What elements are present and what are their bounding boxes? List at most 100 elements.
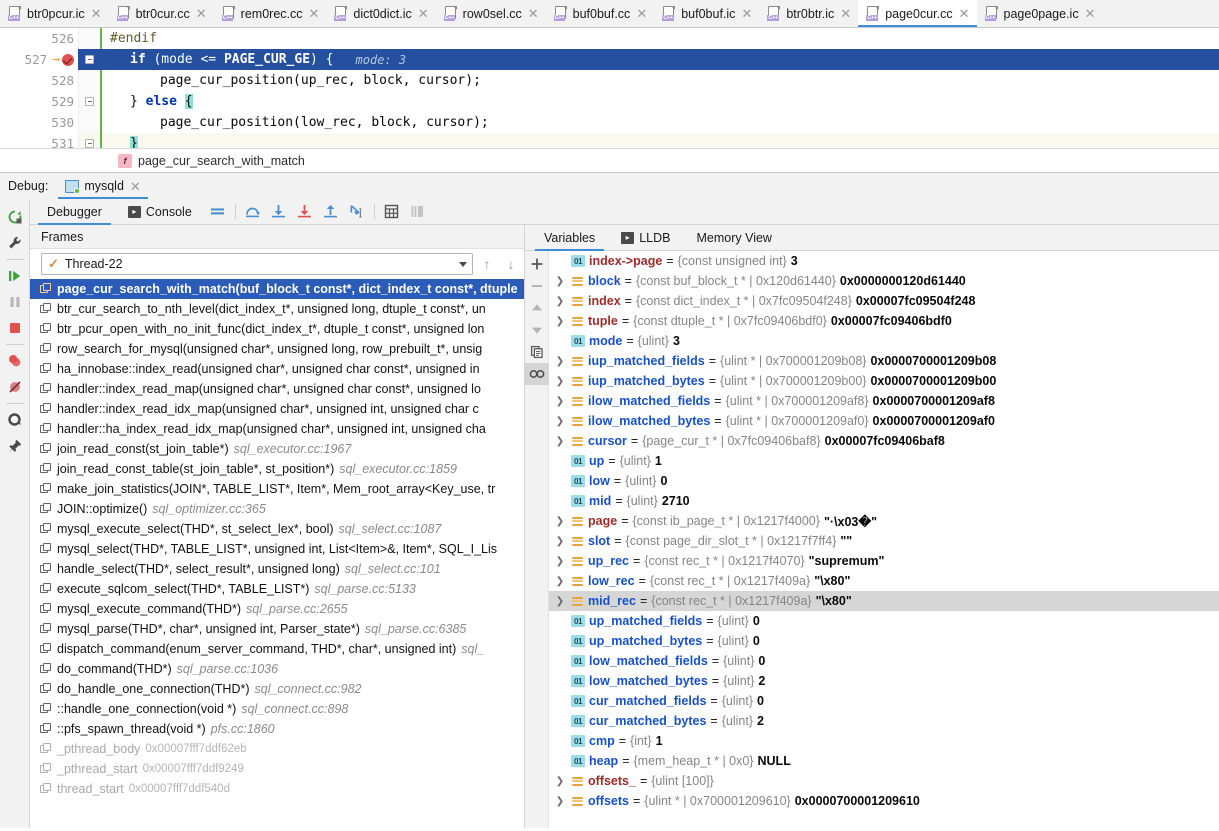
expand-chevron-icon[interactable]: ❯ xyxy=(553,356,567,367)
line-gutter[interactable]: 529 xyxy=(0,91,78,112)
code-editor[interactable]: 526 #endif 527 → if (mode <= PAGE_CUR_GE) {m… xyxy=(0,28,1219,148)
show-execution-point-button[interactable] xyxy=(205,199,231,225)
frame-list-item[interactable]: mysql_select(THD*, TABLE_LIST*, unsigned… xyxy=(30,539,524,559)
inline-watches-toggle[interactable] xyxy=(524,363,549,385)
frame-list-item[interactable]: handler::index_read_map(unsigned char*, … xyxy=(30,379,524,399)
tab-console[interactable]: ▸ Console xyxy=(115,199,205,225)
debugger-settings-gear-icon[interactable] xyxy=(0,407,30,433)
frame-list-item[interactable]: btr_pcur_open_with_no_init_func(dict_ind… xyxy=(30,319,524,339)
close-tab-icon[interactable]: ✕ xyxy=(741,7,752,20)
code-line[interactable]: 527 → if (mode <= PAGE_CUR_GE) {mode: 3 xyxy=(0,49,1219,70)
expand-chevron-icon[interactable]: ❯ xyxy=(553,576,567,587)
frame-list-item[interactable]: mysql_execute_select(THD*, st_select_lex… xyxy=(30,519,524,539)
frame-list-item[interactable]: _pthread_start 0x00007fff7ddf9249 xyxy=(30,759,524,779)
expand-chevron-icon[interactable]: ❯ xyxy=(553,396,567,407)
run-to-cursor-button[interactable] xyxy=(344,199,370,225)
variable-row[interactable]: ❯ 01 index->page={const unsigned int}3 xyxy=(549,251,1219,271)
code-line[interactable]: 528 page_cur_position(up_rec, block, curs… xyxy=(0,70,1219,91)
frame-list-item[interactable]: handler::ha_index_read_idx_map(unsigned … xyxy=(30,419,524,439)
step-out-button[interactable] xyxy=(318,199,344,225)
frame-list-item[interactable]: mysql_execute_command(THD*) sql_parse.cc:… xyxy=(30,599,524,619)
frame-list-item[interactable]: do_handle_one_connection(THD*) sql_connec… xyxy=(30,679,524,699)
editor-tab-btr0btr-ic[interactable]: C++ btr0btr.ic ✕ xyxy=(759,0,859,27)
editor-tab-rem0rec-cc[interactable]: C++ rem0rec.cc ✕ xyxy=(213,0,327,27)
pin-tool-window-icon[interactable] xyxy=(0,433,30,459)
expand-chevron-icon[interactable]: ❯ xyxy=(553,796,567,807)
tab-debugger[interactable]: Debugger xyxy=(34,199,115,225)
expand-chevron-icon[interactable]: ❯ xyxy=(553,776,567,787)
frame-list-item[interactable]: ha_innobase::index_read(unsigned char*, … xyxy=(30,359,524,379)
expand-chevron-icon[interactable]: ❯ xyxy=(553,516,567,527)
frame-list-item[interactable]: row_search_for_mysql(unsigned char*, uns… xyxy=(30,339,524,359)
frame-list-item[interactable]: ::handle_one_connection(void *) sql_conne… xyxy=(30,699,524,719)
variable-row[interactable]: ❯ offsets_ = {ulint [100]} xyxy=(549,771,1219,791)
close-session-icon[interactable]: ✕ xyxy=(130,180,141,193)
frame-list-item[interactable]: ::pfs_spawn_thread(void *) pfs.cc:1860 xyxy=(30,719,524,739)
step-into-button[interactable] xyxy=(266,199,292,225)
variable-row[interactable]: ❯ block = {const buf_block_t * | 0x120d6144… xyxy=(549,271,1219,291)
fold-toggle-icon[interactable] xyxy=(85,55,94,64)
settings-wrench-icon[interactable] xyxy=(0,230,30,256)
frame-list-item[interactable]: JOIN::optimize() sql_optimizer.cc:365 xyxy=(30,499,524,519)
fold-column[interactable] xyxy=(78,28,100,49)
code-line[interactable]: 526 #endif xyxy=(0,28,1219,49)
editor-tab-row0sel-cc[interactable]: C++ row0sel.cc ✕ xyxy=(435,0,546,27)
editor-tab-btr0cur-cc[interactable]: C++ btr0cur.cc ✕ xyxy=(108,0,214,27)
tab-memory-view[interactable]: Memory View xyxy=(683,225,784,251)
variable-row[interactable]: ❯ 01 up_matched_fields={ulint}0 xyxy=(549,611,1219,631)
line-gutter[interactable]: 530 xyxy=(0,112,78,133)
frame-list-item[interactable]: thread_start 0x00007fff7ddf540d xyxy=(30,779,524,799)
variable-row[interactable]: ❯ slot = {const page_dir_slot_t * | 0x1217f… xyxy=(549,531,1219,551)
variable-row[interactable]: ❯ 01 mode={ulint}3 xyxy=(549,331,1219,351)
thread-dropdown[interactable]: ✓ Thread-22 xyxy=(41,253,473,275)
code-line[interactable]: 529} else { xyxy=(0,91,1219,112)
stop-button[interactable] xyxy=(0,315,30,341)
pause-program-button[interactable] xyxy=(0,289,30,315)
frame-list-item[interactable]: do_command(THD*) sql_parse.cc:1036 xyxy=(30,659,524,679)
fold-toggle-icon[interactable] xyxy=(85,139,94,148)
code-line[interactable]: 531} xyxy=(0,133,1219,148)
variable-row[interactable]: ❯ iup_matched_bytes = {ulint * | 0x70000120… xyxy=(549,371,1219,391)
variable-row[interactable]: ❯ iup_matched_fields = {ulint * | 0x7000012… xyxy=(549,351,1219,371)
fold-column[interactable] xyxy=(78,91,100,112)
move-up-button[interactable] xyxy=(525,297,549,319)
variables-list[interactable]: ❯01index->page={const unsigned int}3❯blo… xyxy=(549,251,1219,828)
frame-list-item[interactable]: btr_cur_search_to_nth_level(dict_index_t… xyxy=(30,299,524,319)
close-tab-icon[interactable]: ✕ xyxy=(196,7,207,20)
variable-row[interactable]: ❯ ilow_matched_bytes = {ulint * | 0x7000012… xyxy=(549,411,1219,431)
variable-row[interactable]: ❯ 01 heap={mem_heap_t * | 0x0}NULL xyxy=(549,751,1219,771)
close-tab-icon[interactable]: ✕ xyxy=(91,7,102,20)
variable-row[interactable]: ❯ low_rec = {const rec_t * | 0x1217f409a} "\… xyxy=(549,571,1219,591)
step-over-button[interactable] xyxy=(240,199,266,225)
variable-row[interactable]: ❯ 01 low_matched_bytes={ulint}2 xyxy=(549,671,1219,691)
editor-tab-btr0pcur-ic[interactable]: C++ btr0pcur.ic ✕ xyxy=(0,0,109,27)
frames-list[interactable]: page_cur_search_with_match(buf_block_t c… xyxy=(30,279,524,828)
line-gutter[interactable]: 527 → xyxy=(0,49,78,70)
variable-row[interactable]: ❯ 01 up={ulint}1 xyxy=(549,451,1219,471)
rerun-button[interactable] xyxy=(0,204,30,230)
variable-row[interactable]: ❯ cursor = {page_cur_t * | 0x7fc09406baf8} 0… xyxy=(549,431,1219,451)
fold-column[interactable] xyxy=(78,70,100,91)
frame-list-item[interactable]: mysql_parse(THD*, char*, unsigned int, P… xyxy=(30,619,524,639)
editor-tab-buf0buf-ic[interactable]: C++ buf0buf.ic ✕ xyxy=(654,0,760,27)
variable-row[interactable]: ❯ mid_rec = {const rec_t * | 0x1217f409a} "\… xyxy=(549,591,1219,611)
fold-column[interactable] xyxy=(78,133,100,148)
variable-row[interactable]: ❯ 01 low_matched_fields={ulint}0 xyxy=(549,651,1219,671)
expand-chevron-icon[interactable]: ❯ xyxy=(553,436,567,447)
force-step-into-button[interactable] xyxy=(292,199,318,225)
frame-list-item[interactable]: dispatch_command(enum_server_command, TH… xyxy=(30,639,524,659)
close-tab-icon[interactable]: ✕ xyxy=(1085,7,1096,20)
expand-chevron-icon[interactable]: ❯ xyxy=(553,536,567,547)
variable-row[interactable]: ❯ 01 mid={ulint}2710 xyxy=(549,491,1219,511)
previous-frame-button[interactable]: ↑ xyxy=(477,253,497,275)
frame-list-item[interactable]: execute_sqlcom_select(THD*, TABLE_LIST*)… xyxy=(30,579,524,599)
editor-tab-buf0buf-cc[interactable]: C++ buf0buf.cc ✕ xyxy=(545,0,655,27)
variable-row[interactable]: ❯ up_rec = {const rec_t * | 0x1217f4070} "su… xyxy=(549,551,1219,571)
fold-toggle-icon[interactable] xyxy=(85,97,94,106)
variable-row[interactable]: ❯ ilow_matched_fields = {ulint * | 0x700001… xyxy=(549,391,1219,411)
frame-list-item[interactable]: handle_select(THD*, select_result*, unsi… xyxy=(30,559,524,579)
editor-tab-dict0dict-ic[interactable]: C++ dict0dict.ic ✕ xyxy=(326,0,436,27)
frame-list-item[interactable]: _pthread_body 0x00007fff7ddf62eb xyxy=(30,739,524,759)
close-tab-icon[interactable]: ✕ xyxy=(528,7,539,20)
layout-settings-button[interactable] xyxy=(405,199,431,225)
